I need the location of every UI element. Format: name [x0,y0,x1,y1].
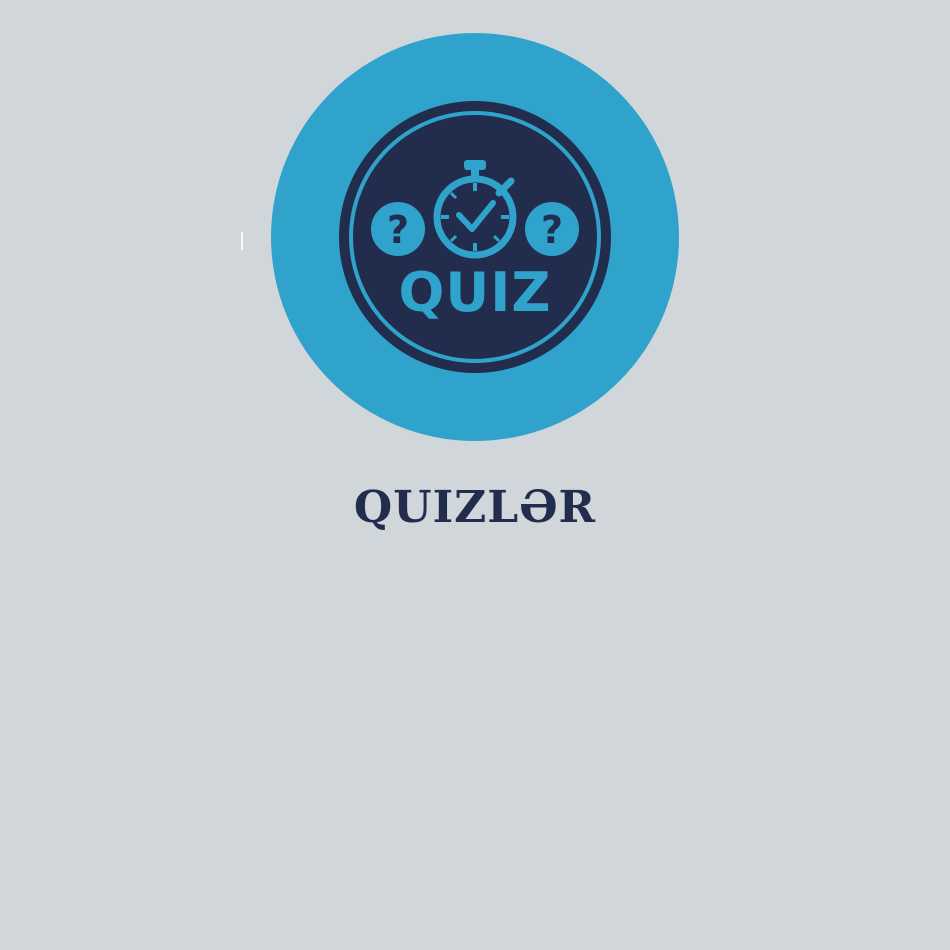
quiz-badge-label: QUIZ [398,261,551,324]
question-mark-icon: ? [525,202,579,256]
quiz-card[interactable]: ? ? QUIZ QUIZLƏR [0,0,950,950]
quiz-badge-icon[interactable]: ? ? QUIZ [271,33,679,441]
question-mark-right: ? [541,208,563,252]
question-mark-icon: ? [371,202,425,256]
question-mark-left: ? [387,208,409,252]
decorative-tick [241,232,243,250]
page-title[interactable]: QUIZLƏR [0,476,950,540]
